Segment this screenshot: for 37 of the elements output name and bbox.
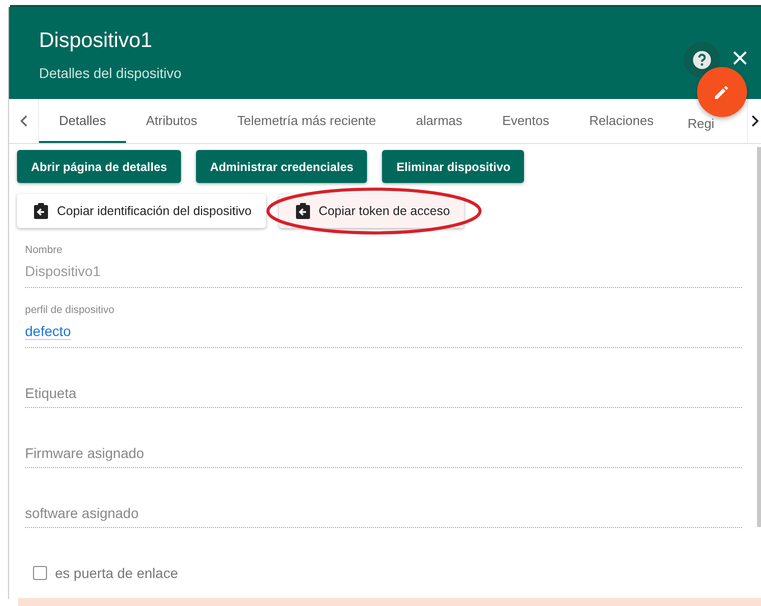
help-icon	[692, 50, 712, 70]
action-button[interactable]: Abrir página de detalles	[17, 150, 182, 183]
tab[interactable]: Atributos	[126, 99, 218, 143]
action-button[interactable]: Eliminar dispositivo	[382, 150, 524, 183]
form-field[interactable]: perfil de dispositivo defecto	[25, 304, 742, 348]
chevron-right-icon	[750, 115, 758, 127]
field-label: perfil de dispositivo	[25, 304, 116, 318]
clipboard-icon	[33, 202, 49, 220]
tab[interactable]: Regi	[674, 116, 714, 130]
tab[interactable]: Telemetría más reciente	[217, 99, 396, 143]
checkbox[interactable]	[33, 566, 47, 580]
chevron-left-icon	[20, 115, 28, 127]
pencil-icon	[713, 83, 731, 101]
dialog-subtitle: Detalles del dispositivo	[39, 65, 182, 81]
form-field[interactable]: software asignado	[25, 484, 742, 528]
tab[interactable]: Relaciones	[569, 99, 674, 143]
form-field[interactable]: Firmware asignado	[25, 424, 742, 468]
field-value-link[interactable]: defecto	[25, 323, 71, 340]
tab[interactable]: Detalles	[39, 99, 126, 143]
field-label: Nombre	[25, 244, 64, 258]
tab[interactable]: Eventos	[482, 99, 570, 143]
field-placeholder: Etiqueta	[25, 385, 76, 401]
copy-button[interactable]: Copiar token de acceso	[278, 194, 464, 228]
scroll-right-button[interactable]	[747, 99, 761, 143]
help-button[interactable]	[684, 42, 720, 78]
copy-button[interactable]: Copiar identificación del dispositivo	[17, 194, 266, 228]
checkbox-label: es puerta de enlace	[55, 565, 178, 581]
field-value: Dispositivo1	[25, 263, 100, 279]
close-icon	[733, 51, 747, 65]
dialog-title: Dispositivo1	[39, 29, 154, 53]
tab[interactable]: alarmas	[396, 99, 482, 143]
clipboard-icon	[294, 202, 311, 220]
field-placeholder: software asignado	[25, 505, 139, 521]
action-button[interactable]: Administrar credenciales	[196, 150, 368, 183]
field-placeholder: Firmware asignado	[25, 445, 144, 461]
form-field[interactable]: Etiqueta	[25, 364, 742, 408]
form-field[interactable]: Nombre Dispositivo1	[25, 244, 742, 288]
